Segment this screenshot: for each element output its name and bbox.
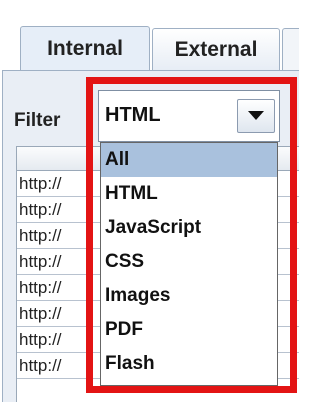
url-cell: http:// [19,200,87,220]
option-html[interactable]: HTML [101,177,277,211]
option-images[interactable]: Images [101,279,277,313]
option-css[interactable]: CSS [101,245,277,279]
filter-label: Filter [14,110,61,131]
filter-dropdown-list: All HTML JavaScript CSS Images PDF Flash [100,142,278,386]
app-window: Internal External Filter HTML http:// ht… [0,0,299,402]
url-cell: http:// [19,252,87,272]
dropdown-arrow-button[interactable] [237,99,275,133]
option-javascript[interactable]: JavaScript [101,211,277,245]
chevron-down-icon [248,111,264,120]
option-flash[interactable]: Flash [101,347,277,381]
url-cell: http:// [19,226,87,246]
filter-selected-value: HTML [105,104,161,126]
url-cell: http:// [19,330,87,350]
filter-combobox[interactable]: HTML [98,90,280,142]
url-cell: http:// [19,278,87,298]
tab-external[interactable]: External [152,28,280,70]
option-pdf[interactable]: PDF [101,313,277,347]
url-cell: http:// [19,174,87,194]
option-all[interactable]: All [101,143,277,177]
url-cell: http:// [19,356,87,376]
tab-partial[interactable] [282,28,299,70]
tab-internal[interactable]: Internal [20,26,150,70]
tab-strip: Internal External [0,0,299,70]
url-cell: http:// [19,304,87,324]
